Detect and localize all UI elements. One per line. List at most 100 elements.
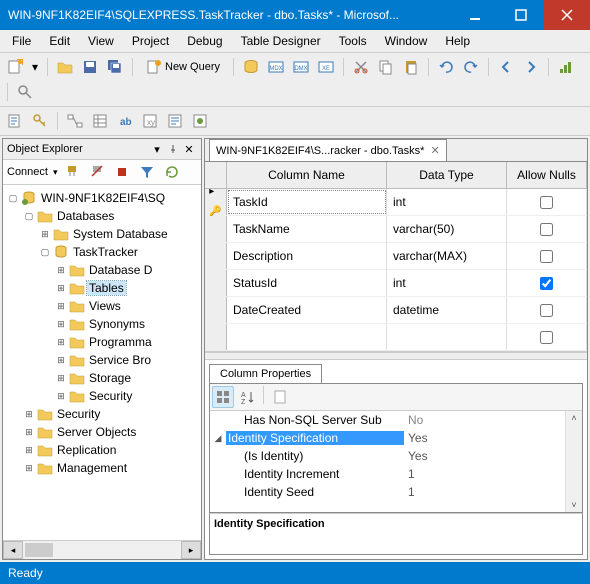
scroll-up-icon[interactable]: ˄	[571, 413, 576, 423]
prop-row[interactable]: Identity Increment1	[210, 465, 582, 483]
maximize-button[interactable]	[498, 0, 544, 30]
columns-grid[interactable]: Column Name Data Type Allow Nulls ▸🔑 Tas…	[205, 162, 587, 352]
splitter[interactable]	[205, 352, 587, 360]
scroll-down-icon[interactable]: ˅	[571, 500, 576, 510]
table-row[interactable]: TaskName varchar(50)	[205, 216, 587, 243]
tab-close-icon[interactable]: ✕	[430, 144, 439, 157]
pin-icon[interactable]	[165, 141, 181, 157]
cut-button[interactable]	[350, 56, 372, 78]
scroll-thumb[interactable]	[25, 543, 53, 557]
minimize-button[interactable]	[452, 0, 498, 30]
tree-security[interactable]: ⊞Security	[3, 405, 201, 423]
table-row[interactable]: StatusId int	[205, 270, 587, 297]
object-tree[interactable]: ▢WIN-9NF1K82EIF4\SQ ▢Databases ⊞System D…	[3, 185, 201, 540]
dmx-button[interactable]: DMX	[290, 56, 312, 78]
menu-help[interactable]: Help	[437, 32, 478, 50]
relationships-button[interactable]	[64, 110, 86, 132]
menu-edit[interactable]: Edit	[41, 32, 78, 50]
nav-fwd-button[interactable]	[520, 56, 542, 78]
alphabetical-button[interactable]: AZ	[236, 386, 258, 408]
filter-button[interactable]	[136, 161, 158, 183]
horizontal-scrollbar[interactable]: ◂ ▸	[3, 540, 201, 559]
tree-service-broker[interactable]: ⊞Service Bro	[3, 351, 201, 369]
categorized-button[interactable]	[212, 386, 234, 408]
column-properties-tab[interactable]: Column Properties	[209, 364, 322, 383]
tab-table-design[interactable]: WIN-9NF1K82EIF4\S...racker - dbo.Tasks* …	[209, 139, 447, 161]
titlebar[interactable]: WIN-9NF1K82EIF4\SQLEXPRESS.TaskTracker -…	[0, 0, 590, 30]
paste-button[interactable]	[400, 56, 422, 78]
scroll-left-button[interactable]: ◂	[3, 541, 23, 559]
tree-replication[interactable]: ⊞Replication	[3, 441, 201, 459]
tree-db-diagrams[interactable]: ⊞Database D	[3, 261, 201, 279]
collapse-icon[interactable]: ◢	[210, 433, 226, 444]
vertical-scrollbar[interactable]: ˄˅	[565, 411, 582, 512]
xml-index-button[interactable]	[189, 110, 211, 132]
table-row[interactable]: DateCreated datetime	[205, 297, 587, 324]
connect-button[interactable]	[61, 161, 83, 183]
prop-pages-button[interactable]	[269, 386, 291, 408]
row-selector-key-icon[interactable]: ▸🔑	[205, 189, 227, 215]
generate-script-button[interactable]	[4, 110, 26, 132]
fulltext-button[interactable]	[164, 110, 186, 132]
prop-row[interactable]: Has Non-SQL Server SubNo	[210, 411, 582, 429]
allownull-checkbox[interactable]	[540, 250, 553, 263]
col-header-nulls[interactable]: Allow Nulls	[507, 162, 587, 188]
nav-back-button[interactable]	[495, 56, 517, 78]
redo-button[interactable]	[460, 56, 482, 78]
tree-programmability[interactable]: ⊞Programma	[3, 333, 201, 351]
table-row[interactable]: ▸🔑 TaskId int	[205, 189, 587, 216]
scroll-right-button[interactable]: ▸	[181, 541, 201, 559]
stop-button[interactable]	[111, 161, 133, 183]
table-row[interactable]	[205, 324, 587, 351]
refresh-button[interactable]	[161, 161, 183, 183]
menu-table-designer[interactable]: Table Designer	[233, 32, 329, 50]
allownull-checkbox[interactable]	[540, 196, 553, 209]
close-icon[interactable]: ✕	[181, 141, 197, 157]
menu-view[interactable]: View	[80, 32, 122, 50]
allownull-checkbox[interactable]	[540, 223, 553, 236]
close-button[interactable]	[544, 0, 590, 30]
tree-databases[interactable]: ▢Databases	[3, 207, 201, 225]
indexes-button[interactable]	[89, 110, 111, 132]
open-button[interactable]	[54, 56, 76, 78]
tree-system-db[interactable]: ⊞System Database	[3, 225, 201, 243]
tree-storage[interactable]: ⊞Storage	[3, 369, 201, 387]
dropdown-icon[interactable]: ▾	[29, 56, 41, 78]
prop-row[interactable]: Identity Seed1	[210, 483, 582, 501]
col-header-type[interactable]: Data Type	[387, 162, 507, 188]
connect-label[interactable]: Connect	[7, 166, 48, 178]
col-header-name[interactable]: Column Name	[227, 162, 387, 188]
new-query-button[interactable]: New Query	[139, 56, 227, 78]
save-all-button[interactable]	[104, 56, 126, 78]
copy-button[interactable]	[375, 56, 397, 78]
activity-monitor-button[interactable]	[555, 56, 577, 78]
tree-synonyms[interactable]: ⊞Synonyms	[3, 315, 201, 333]
new-project-button[interactable]	[4, 56, 26, 78]
prop-row-identity-spec[interactable]: ◢Identity SpecificationYes	[210, 429, 582, 447]
tree-tasktracker[interactable]: ▢TaskTracker	[3, 243, 201, 261]
dropdown-icon[interactable]: ▾	[149, 141, 165, 157]
save-button[interactable]	[79, 56, 101, 78]
allownull-checkbox[interactable]	[540, 277, 553, 290]
db-engine-query-button[interactable]	[240, 56, 262, 78]
tree-tables[interactable]: ⊞Tables	[3, 279, 201, 297]
menu-file[interactable]: File	[4, 32, 39, 50]
disconnect-button[interactable]	[86, 161, 108, 183]
allownull-checkbox[interactable]	[540, 304, 553, 317]
tree-server-objects[interactable]: ⊞Server Objects	[3, 423, 201, 441]
menu-window[interactable]: Window	[377, 32, 436, 50]
xmla-button[interactable]: XE	[315, 56, 337, 78]
find-button[interactable]	[14, 81, 36, 103]
tree-views[interactable]: ⊞Views	[3, 297, 201, 315]
table-row[interactable]: Description varchar(MAX)	[205, 243, 587, 270]
menu-debug[interactable]: Debug	[179, 32, 230, 50]
tree-security-db[interactable]: ⊞Security	[3, 387, 201, 405]
tree-management[interactable]: ⊞Management	[3, 459, 201, 477]
key-button[interactable]	[29, 110, 51, 132]
menu-tools[interactable]: Tools	[331, 32, 375, 50]
mdx-button[interactable]: MDX	[265, 56, 287, 78]
allownull-checkbox[interactable]	[540, 331, 553, 344]
spatial-button[interactable]: xy	[139, 110, 161, 132]
tree-server[interactable]: ▢WIN-9NF1K82EIF4\SQ	[3, 189, 201, 207]
undo-button[interactable]	[435, 56, 457, 78]
